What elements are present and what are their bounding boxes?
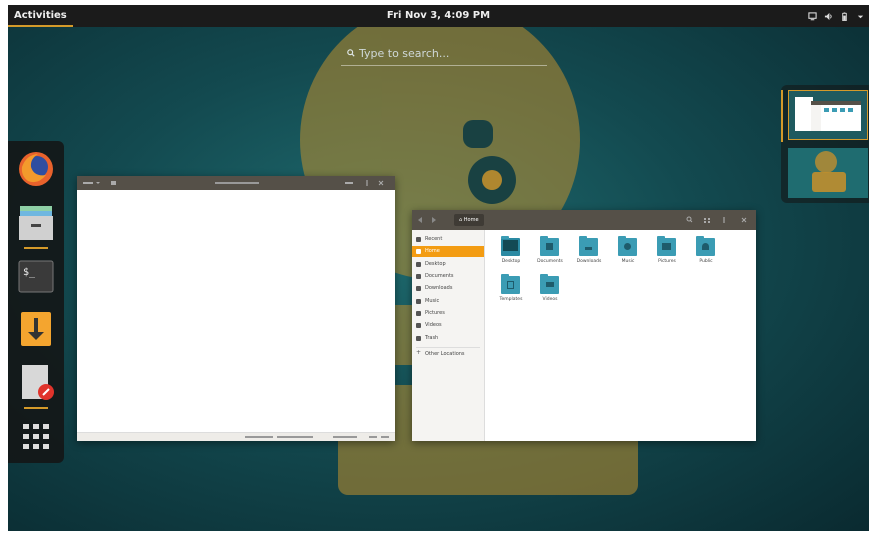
system-tray[interactable]: [808, 5, 865, 27]
files-header-controls[interactable]: [686, 216, 750, 224]
path-bar[interactable]: ⌂ Home: [454, 214, 484, 226]
show-apps-grid-icon[interactable]: [16, 417, 56, 457]
music-folder-icon: [618, 236, 637, 256]
document-icon: [416, 274, 421, 279]
templates-folder-icon: [501, 274, 520, 294]
desktop-overview: Activities Fri Nov 3, 4:09 PM Type to se…: [8, 5, 869, 531]
statusbar-controls[interactable]: [245, 435, 391, 439]
open-menu-button[interactable]: [83, 180, 143, 186]
screen-icon[interactable]: [808, 11, 817, 21]
terminal-icon[interactable]: $_: [16, 257, 56, 297]
text-editor-content[interactable]: [77, 190, 395, 433]
volume-icon[interactable]: [824, 12, 833, 21]
sidebar-divider: [416, 347, 480, 348]
clock-icon: [416, 237, 421, 242]
folder-templates[interactable]: Templates: [493, 274, 529, 312]
files-icon[interactable]: [16, 203, 56, 243]
sidebar-item-pictures[interactable]: Pictures: [412, 308, 484, 319]
software-install-icon[interactable]: [16, 309, 56, 349]
files-content: Desktop Documents Downloads Music Pictur…: [485, 230, 756, 441]
svg-text:$_: $_: [23, 267, 36, 278]
text-editor-running-indicator: [24, 407, 48, 409]
text-editor-window[interactable]: [77, 176, 395, 441]
desktop-folder-icon: [501, 236, 520, 256]
sidebar-item-videos[interactable]: Videos: [412, 320, 484, 331]
sidebar-item-other-locations[interactable]: + Other Locations: [412, 349, 484, 360]
folder-videos[interactable]: Videos: [532, 274, 568, 312]
sidebar-item-desktop[interactable]: Desktop: [412, 259, 484, 270]
home-icon: [416, 249, 421, 254]
public-folder-icon: [696, 236, 715, 256]
downloads-folder-icon: [579, 236, 598, 256]
picture-icon: [416, 311, 421, 316]
music-icon: [416, 299, 421, 304]
folder-documents[interactable]: Documents: [532, 236, 568, 274]
dash: $_: [8, 141, 64, 463]
workspace-2-thumbnail[interactable]: [788, 148, 868, 198]
plus-icon: +: [416, 349, 422, 356]
folder-music[interactable]: Music: [610, 236, 646, 274]
text-editor-statusbar: [77, 432, 395, 441]
search-field[interactable]: Type to search...: [341, 43, 547, 66]
documents-folder-icon: [540, 236, 559, 256]
text-editor-headerbar: [77, 176, 395, 190]
document-title: [215, 182, 259, 184]
workspace-switcher: [781, 85, 869, 203]
top-bar: Activities Fri Nov 3, 4:09 PM: [8, 5, 869, 27]
battery-icon[interactable]: [840, 11, 849, 21]
text-editor-icon[interactable]: [16, 363, 56, 403]
sidebar-item-downloads[interactable]: Downloads: [412, 283, 484, 294]
sidebar-item-documents[interactable]: Documents: [412, 271, 484, 282]
folder-downloads[interactable]: Downloads: [571, 236, 607, 274]
folder-public[interactable]: Public: [688, 236, 724, 274]
download-icon: [416, 286, 421, 291]
files-window[interactable]: ⌂ Home Recent Home Desktop Documents Dow…: [412, 210, 756, 441]
sidebar-item-music[interactable]: Music: [412, 296, 484, 307]
active-workspace-indicator: [781, 90, 783, 142]
firefox-icon[interactable]: [16, 149, 56, 189]
dropdown-arrow-icon[interactable]: [856, 12, 865, 21]
folder-pictures[interactable]: Pictures: [649, 236, 685, 274]
clock[interactable]: Fri Nov 3, 4:09 PM: [8, 5, 869, 27]
window-controls[interactable]: [345, 179, 389, 187]
trash-icon: [416, 336, 421, 341]
path-home-label: Home: [463, 217, 479, 223]
pictures-folder-icon: [657, 236, 676, 256]
home-icon: ⌂: [459, 217, 463, 223]
video-icon: [416, 323, 421, 328]
files-running-indicator: [24, 247, 48, 249]
folder-desktop[interactable]: Desktop: [493, 236, 529, 274]
sidebar-item-home[interactable]: Home: [412, 246, 484, 257]
search-icon: [347, 43, 355, 65]
sidebar-item-trash[interactable]: Trash: [412, 333, 484, 344]
sidebar-item-recent[interactable]: Recent: [412, 234, 484, 245]
back-forward-buttons[interactable]: [418, 217, 438, 223]
search-placeholder: Type to search...: [359, 47, 450, 60]
files-sidebar: Recent Home Desktop Documents Downloads …: [412, 230, 485, 441]
desktop-icon: [416, 262, 421, 267]
workspace-1-thumbnail[interactable]: [788, 90, 868, 140]
files-headerbar: ⌂ Home: [412, 210, 756, 230]
videos-folder-icon: [540, 274, 559, 294]
